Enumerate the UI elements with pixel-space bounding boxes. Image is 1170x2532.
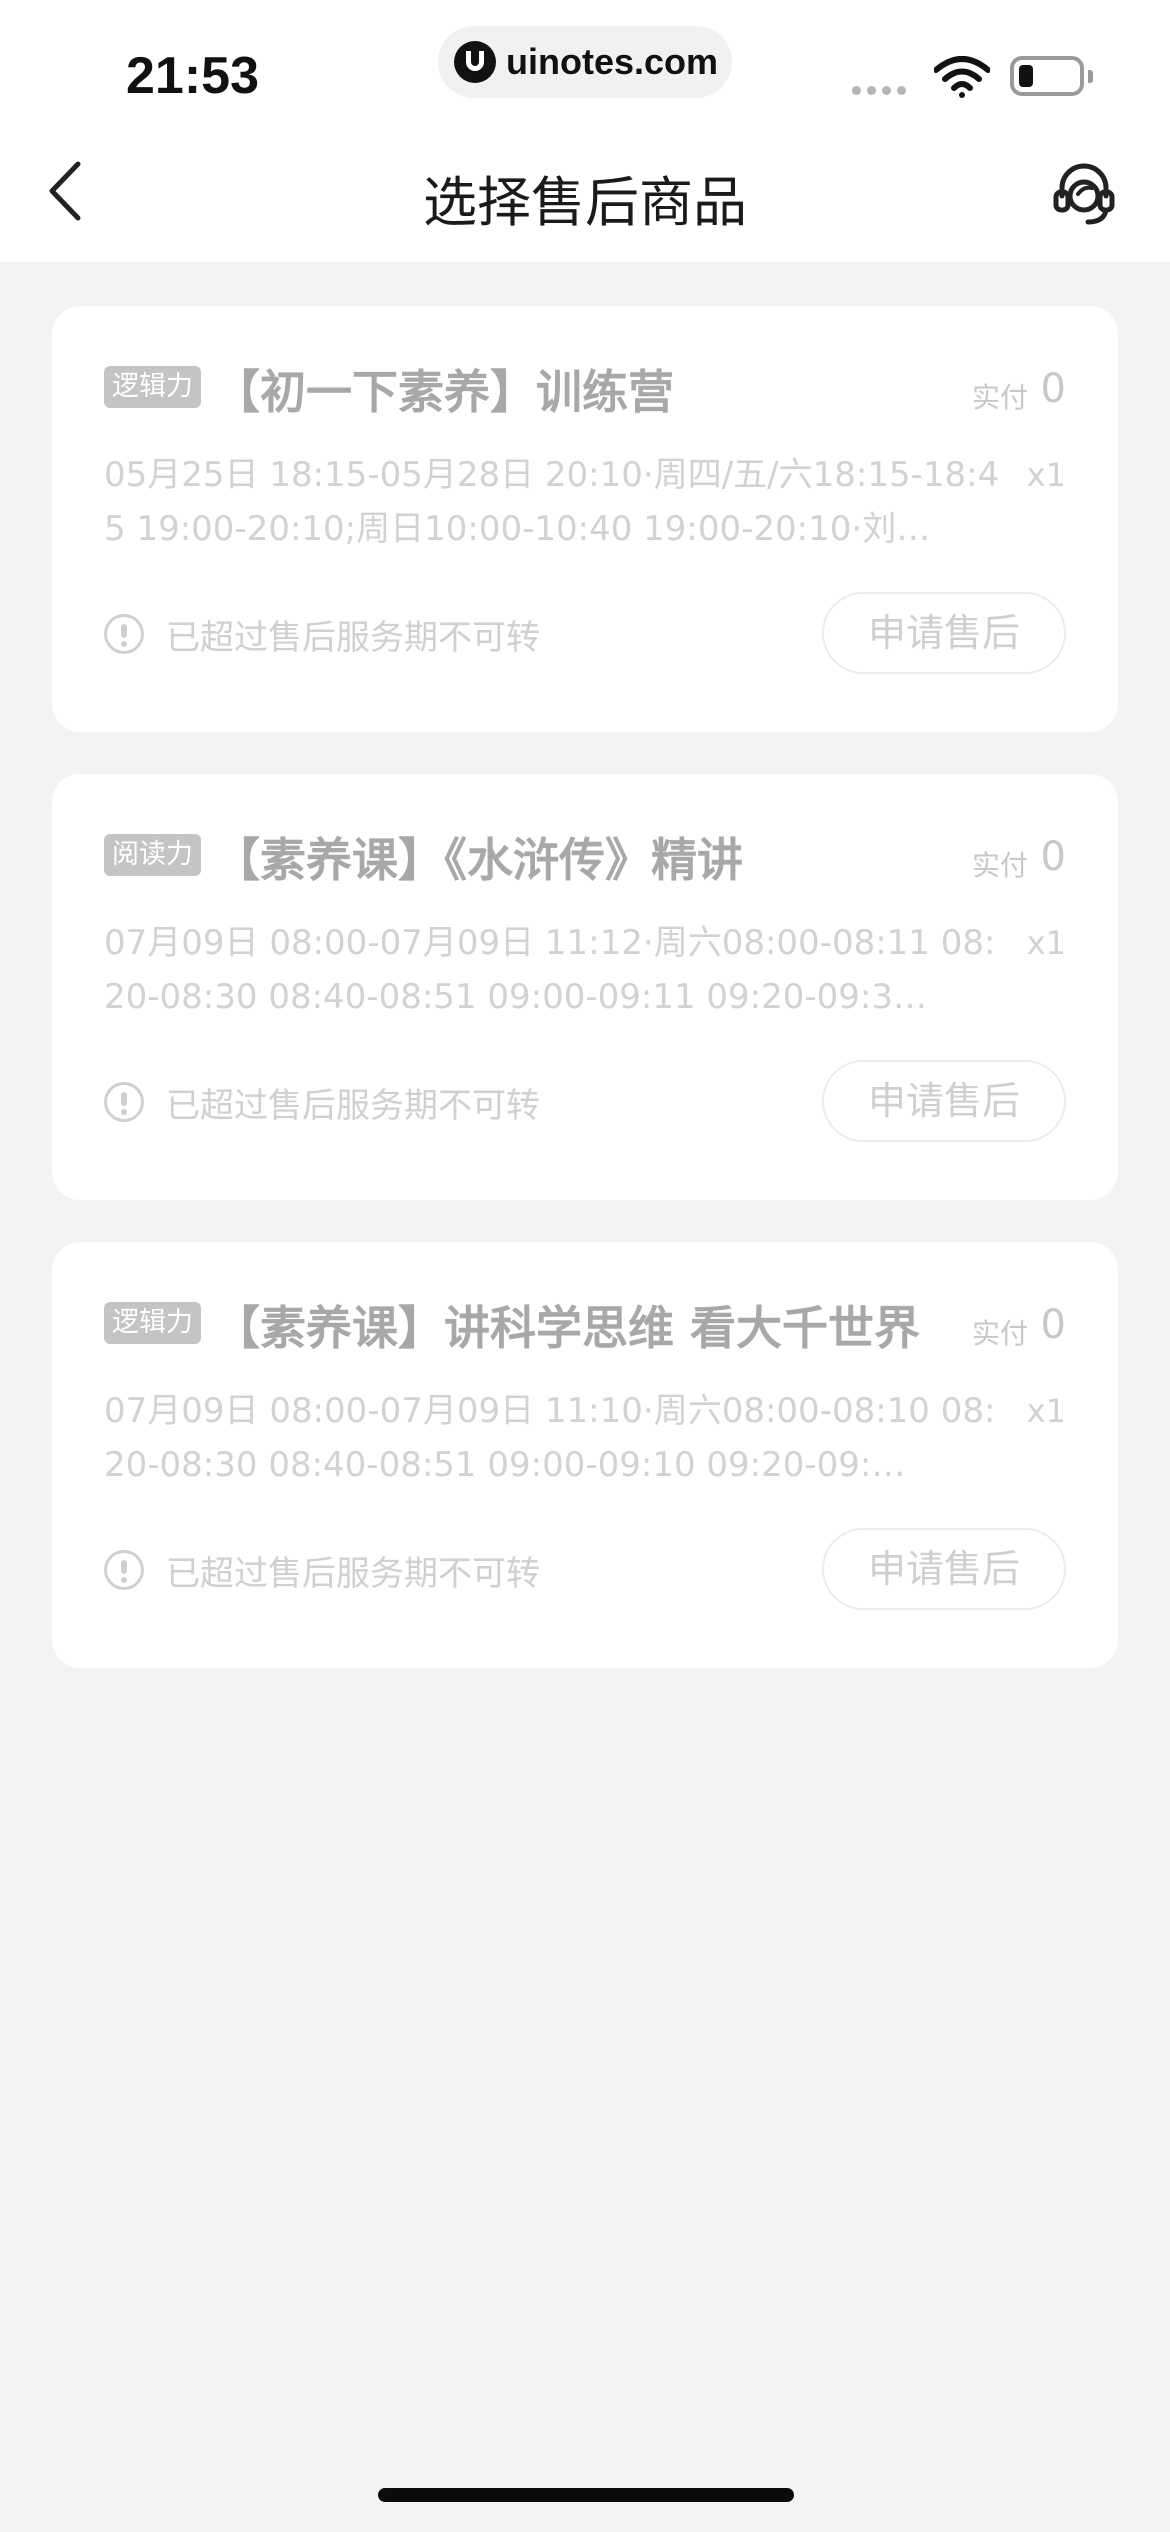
home-indicator[interactable] (378, 2488, 794, 2502)
course-title: 【素养课】《水浒传》精讲 (214, 833, 743, 887)
cellular-signal-icon (852, 86, 906, 95)
apply-after-sales-button[interactable]: 申请售后 (822, 1528, 1066, 1610)
site-logo-icon (454, 41, 496, 83)
notice-text: 已超过售后服务期不可转 (166, 618, 540, 658)
notice-text: 已超过售后服务期不可转 (166, 1554, 540, 1594)
warning-icon (104, 1082, 144, 1122)
paid-amount: 0 (1040, 366, 1066, 412)
course-schedule: 07月09日 08:00-07月09日 11:10·周六08:00-08:10 … (104, 1391, 996, 1485)
header: 21:53 uinotes.com 选择售后商品 (0, 0, 1170, 262)
apply-after-sales-button[interactable]: 申请售后 (822, 592, 1066, 674)
page-title: 选择售后商品 (423, 171, 747, 234)
customer-service-icon[interactable] (1048, 158, 1120, 230)
paid-label: 实付 (971, 849, 1028, 882)
category-tag: 阅读力 (104, 834, 201, 876)
warning-icon (104, 1550, 144, 1590)
category-tag: 逻辑力 (104, 1302, 201, 1344)
course-title: 【素养课】讲科学思维 看大千世界 (214, 1301, 921, 1355)
url-pill[interactable]: uinotes.com (438, 26, 732, 98)
notice-text: 已超过售后服务期不可转 (166, 1086, 540, 1126)
paid-label: 实付 (971, 1317, 1028, 1350)
wifi-icon (934, 56, 990, 98)
warning-icon (104, 614, 144, 654)
battery-icon (1010, 56, 1084, 96)
url-text: uinotes.com (506, 41, 719, 82)
order-card: 逻辑力 【初一下素养】训练营 实付 0 05月25日 18:15-05月28日 … (52, 306, 1118, 732)
quantity: x1 (1026, 1392, 1066, 1430)
paid-amount: 0 (1040, 1302, 1066, 1348)
course-title: 【初一下素养】训练营 (214, 365, 674, 419)
battery-level (1019, 65, 1033, 87)
quantity: x1 (1026, 456, 1066, 494)
paid-label: 实付 (971, 381, 1028, 414)
paid-amount: 0 (1040, 834, 1066, 880)
apply-after-sales-button[interactable]: 申请售后 (822, 1060, 1066, 1142)
course-schedule: 05月25日 18:15-05月28日 20:10·周四/五/六18:15-18… (104, 455, 1000, 549)
order-card: 逻辑力 【素养课】讲科学思维 看大千世界 实付 0 07月09日 08:00-0… (52, 1242, 1118, 1668)
category-tag: 逻辑力 (104, 366, 201, 408)
quantity: x1 (1026, 924, 1066, 962)
course-schedule: 07月09日 08:00-07月09日 11:12·周六08:00-08:11 … (104, 923, 996, 1017)
battery-cap (1088, 70, 1093, 83)
status-time: 21:53 (126, 47, 259, 105)
order-card: 阅读力 【素养课】《水浒传》精讲 实付 0 07月09日 08:00-07月09… (52, 774, 1118, 1200)
